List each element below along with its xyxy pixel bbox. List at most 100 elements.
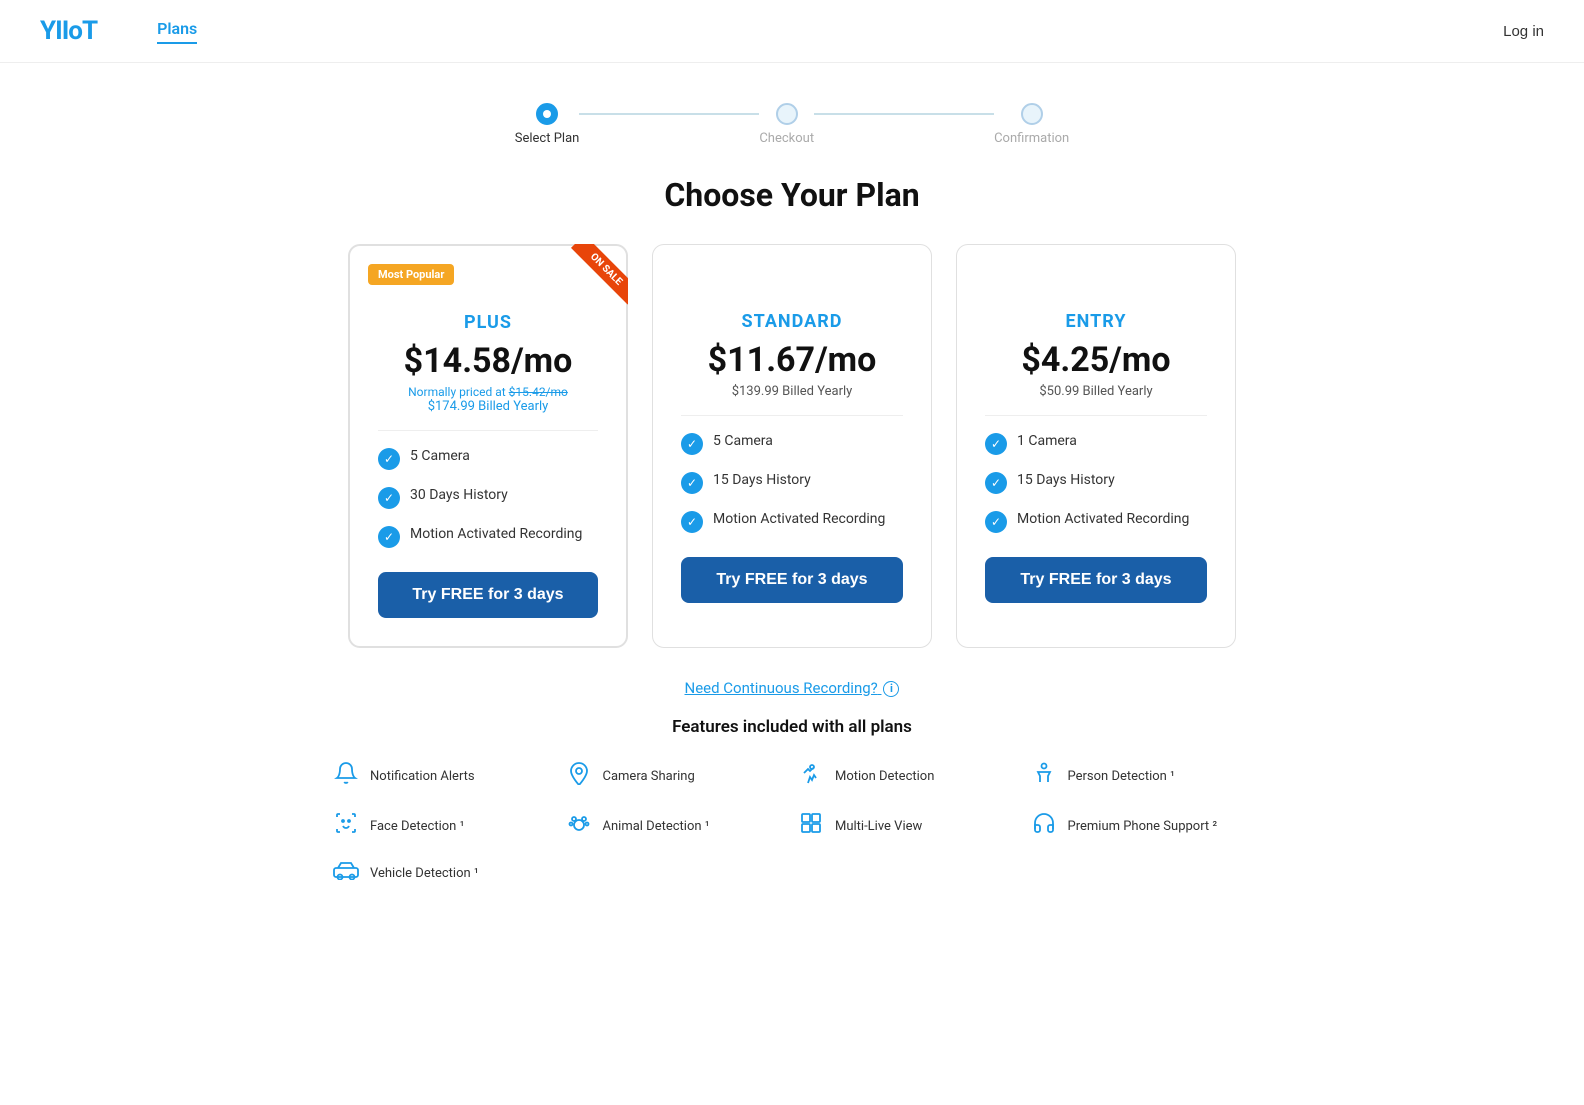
- plan-normally-plus: Normally priced at $15.42/mo: [378, 385, 598, 399]
- plan-price-plus: $14.58/mo: [378, 341, 598, 381]
- plan-billed-standard: $139.99 Billed Yearly: [681, 384, 903, 399]
- check-icon-plus-0: ✓: [378, 448, 400, 470]
- feature-plus-1: ✓ 30 Days History: [378, 486, 598, 509]
- check-icon-entry-2: ✓: [985, 511, 1007, 533]
- camera-sharing-icon: [565, 761, 593, 791]
- step-circle-confirmation: [1021, 103, 1043, 125]
- feature-text-standard-1: 15 Days History: [713, 471, 811, 491]
- feature-label-2: Motion Detection: [835, 769, 934, 784]
- step-line-1: [579, 113, 759, 115]
- feature-label-4: Face Detection ¹: [370, 819, 464, 834]
- plans-grid: Most Popular PLUS $14.58/mo Normally pri…: [192, 244, 1392, 648]
- plan-features-plus: ✓ 5 Camera ✓ 30 Days History ✓ Motion Ac…: [378, 447, 598, 548]
- most-popular-badge: Most Popular: [368, 264, 454, 285]
- plan-price-entry: $4.25/mo: [985, 340, 1207, 380]
- nav-plans[interactable]: Plans: [157, 19, 197, 44]
- check-icon-standard-0: ✓: [681, 433, 703, 455]
- feature-label-1: Camera Sharing: [603, 769, 695, 784]
- page-title: Choose Your Plan: [0, 176, 1584, 214]
- feature-item-7: Premium Phone Support ²: [1030, 811, 1253, 841]
- plan-name-standard: STANDARD: [681, 311, 903, 332]
- step-circle-select-plan: [536, 103, 558, 125]
- try-button-standard[interactable]: Try FREE for 3 days: [681, 557, 903, 603]
- step-checkout: Checkout: [759, 103, 814, 146]
- feature-standard-1: ✓ 15 Days History: [681, 471, 903, 494]
- header: YIIoT Plans Log in: [0, 0, 1584, 63]
- feature-standard-0: ✓ 5 Camera: [681, 432, 903, 455]
- check-icon-plus-1: ✓: [378, 487, 400, 509]
- feature-item-6: Multi-Live View: [797, 811, 1020, 841]
- vehicle-detection-icon: [332, 861, 360, 886]
- feature-text-entry-1: 15 Days History: [1017, 471, 1115, 491]
- continuous-recording-text: Need Continuous Recording?: [685, 679, 878, 697]
- feature-item-4: Face Detection ¹: [332, 811, 555, 841]
- plan-normally-price-plus: $15.42/mo: [509, 385, 568, 399]
- logo: YIIoT: [40, 16, 97, 46]
- notification-icon: [332, 761, 360, 791]
- feature-label-8: Vehicle Detection ¹: [370, 866, 479, 881]
- motion-detection-icon: [797, 761, 825, 791]
- feature-text-standard-0: 5 Camera: [713, 432, 773, 452]
- check-icon-entry-0: ✓: [985, 433, 1007, 455]
- step-confirmation: Confirmation: [994, 103, 1069, 146]
- plan-name-plus: PLUS: [378, 312, 598, 333]
- feature-label-6: Multi-Live View: [835, 819, 922, 834]
- feature-item-2: Motion Detection: [797, 761, 1020, 791]
- features-section: Features included with all plans Notific…: [292, 717, 1292, 926]
- plan-features-standard: ✓ 5 Camera ✓ 15 Days History ✓ Motion Ac…: [681, 432, 903, 533]
- try-button-entry[interactable]: Try FREE for 3 days: [985, 557, 1207, 603]
- feature-text-entry-0: 1 Camera: [1017, 432, 1077, 452]
- check-icon-standard-1: ✓: [681, 472, 703, 494]
- step-circle-checkout: [776, 103, 798, 125]
- feature-text-plus-1: 30 Days History: [410, 486, 508, 506]
- plan-divider-entry: [985, 415, 1207, 416]
- info-icon: i: [883, 681, 899, 697]
- multi-live-view-icon: [797, 811, 825, 841]
- feature-entry-2: ✓ Motion Activated Recording: [985, 510, 1207, 533]
- plan-billed-entry: $50.99 Billed Yearly: [985, 384, 1207, 399]
- person-detection-icon: [1030, 761, 1058, 791]
- check-icon-standard-2: ✓: [681, 511, 703, 533]
- step-label-select-plan: Select Plan: [515, 131, 580, 146]
- plan-name-entry: ENTRY: [985, 311, 1207, 332]
- continuous-recording-section: Need Continuous Recording? i: [0, 678, 1584, 697]
- login-button[interactable]: Log in: [1503, 23, 1544, 40]
- feature-label-5: Animal Detection ¹: [603, 819, 710, 834]
- plan-divider-standard: [681, 415, 903, 416]
- feature-label-7: Premium Phone Support ²: [1068, 819, 1218, 834]
- plan-price-standard: $11.67/mo: [681, 340, 903, 380]
- plan-divider-plus: [378, 430, 598, 431]
- animal-detection-icon: [565, 811, 593, 841]
- plan-card-plus: Most Popular PLUS $14.58/mo Normally pri…: [348, 244, 628, 648]
- plan-card-standard: STANDARD $11.67/mo $139.99 Billed Yearly…: [652, 244, 932, 648]
- step-select-plan: Select Plan: [515, 103, 580, 146]
- feature-plus-2: ✓ Motion Activated Recording: [378, 525, 598, 548]
- features-title: Features included with all plans: [332, 717, 1252, 737]
- plan-billed-plus: $174.99 Billed Yearly: [378, 399, 598, 414]
- feature-text-standard-2: Motion Activated Recording: [713, 510, 885, 530]
- check-icon-entry-1: ✓: [985, 472, 1007, 494]
- feature-entry-0: ✓ 1 Camera: [985, 432, 1207, 455]
- feature-standard-2: ✓ Motion Activated Recording: [681, 510, 903, 533]
- step-label-confirmation: Confirmation: [994, 131, 1069, 146]
- feature-entry-1: ✓ 15 Days History: [985, 471, 1207, 494]
- feature-text-entry-2: Motion Activated Recording: [1017, 510, 1189, 530]
- plan-features-entry: ✓ 1 Camera ✓ 15 Days History ✓ Motion Ac…: [985, 432, 1207, 533]
- features-grid: Notification Alerts Camera Sharing Motio…: [332, 761, 1252, 886]
- progress-bar: Select Plan Checkout Confirmation: [0, 63, 1584, 166]
- feature-item-1: Camera Sharing: [565, 761, 788, 791]
- feature-item-3: Person Detection ¹: [1030, 761, 1253, 791]
- continuous-recording-link[interactable]: Need Continuous Recording?: [685, 679, 882, 697]
- feature-item-5: Animal Detection ¹: [565, 811, 788, 841]
- face-detection-icon: [332, 811, 360, 841]
- feature-text-plus-0: 5 Camera: [410, 447, 470, 467]
- try-button-plus[interactable]: Try FREE for 3 days: [378, 572, 598, 618]
- feature-text-plus-2: Motion Activated Recording: [410, 525, 582, 545]
- phone-support-icon: [1030, 811, 1058, 841]
- step-label-checkout: Checkout: [759, 131, 814, 146]
- feature-item-8: Vehicle Detection ¹: [332, 861, 555, 886]
- feature-item-0: Notification Alerts: [332, 761, 555, 791]
- feature-plus-0: ✓ 5 Camera: [378, 447, 598, 470]
- plan-card-entry: ENTRY $4.25/mo $50.99 Billed Yearly ✓ 1 …: [956, 244, 1236, 648]
- on-sale-ribbon: [558, 244, 628, 314]
